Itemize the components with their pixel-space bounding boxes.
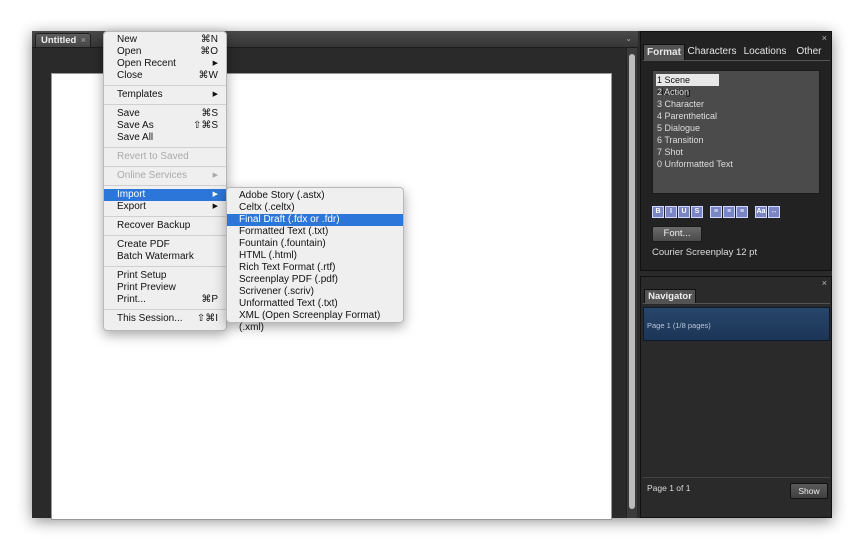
import-submenu: Adobe Story (.astx) Celtx (.celtx) Final…	[226, 187, 404, 333]
menu-item-close[interactable]: Close ⌘W	[104, 70, 226, 82]
element-item-parenthetical[interactable]: 4 Parenthetical	[656, 110, 819, 122]
submenu-arrow-icon: ▶	[212, 60, 218, 67]
menu-item-save-as[interactable]: Save As ⇧⌘S	[104, 120, 226, 132]
format-panel: × Format Characters Locations Other 1 Sc…	[640, 31, 832, 271]
menu-item-save-all[interactable]: Save All	[104, 132, 226, 144]
import-item-final-draft[interactable]: Final Draft (.fdx or .fdr)	[227, 214, 403, 226]
submenu-arrow-icon: ▶	[212, 191, 218, 198]
menu-item-revert-to-saved: Revert to Saved	[117, 151, 189, 162]
font-info: Courier Screenplay 12 pt	[652, 247, 758, 258]
element-item-transition[interactable]: 6 Transition	[656, 134, 819, 146]
menu-item-create-pdf[interactable]: Create PDF	[104, 239, 226, 251]
menu-item-import[interactable]: Import ▶	[104, 189, 226, 201]
import-item-formatted-text[interactable]: Formatted Text (.txt)	[227, 226, 403, 238]
document-tab-title: Untitled	[41, 35, 77, 46]
menu-separator	[104, 266, 226, 267]
bold-icon[interactable]: B	[652, 206, 664, 218]
element-list[interactable]: 1 Scene Heading 2 Action 3 Character 4 P…	[652, 70, 820, 194]
menu-separator	[104, 185, 226, 186]
right-sidebar: × Format Characters Locations Other 1 Sc…	[640, 31, 832, 518]
element-item-unformatted-text[interactable]: 0 Unformatted Text	[656, 158, 819, 170]
import-item-rich-text[interactable]: Rich Text Format (.rtf)	[227, 262, 403, 274]
underline-icon[interactable]: U	[678, 206, 690, 218]
submenu-arrow-icon: ▶	[212, 203, 218, 210]
align-left-icon[interactable]: ≡	[710, 206, 722, 218]
menu-item-print[interactable]: Print... ⌘P	[104, 294, 226, 306]
element-item-dialogue[interactable]: 5 Dialogue	[656, 122, 819, 134]
align-right-icon[interactable]: ≡	[736, 206, 748, 218]
import-item-unformatted-text[interactable]: Unformatted Text (.txt)	[227, 298, 403, 310]
tab-other[interactable]: Other	[791, 44, 827, 60]
menu-item-batch-watermark[interactable]: Batch Watermark	[104, 251, 226, 263]
element-item-action[interactable]: 2 Action	[656, 86, 819, 98]
menu-item-new[interactable]: New ⌘N	[104, 34, 226, 46]
import-item-celtx[interactable]: Celtx (.celtx)	[227, 202, 403, 214]
tab-characters[interactable]: Characters	[685, 44, 739, 60]
menu-item-recover-backup[interactable]: Recover Backup	[104, 220, 226, 232]
close-icon[interactable]: ×	[822, 33, 827, 43]
shortcut-label: ⌘N	[200, 34, 218, 45]
tab-format[interactable]: Format	[643, 44, 685, 60]
element-item-character[interactable]: 3 Character	[656, 98, 819, 110]
menu-separator	[104, 85, 226, 86]
strikethrough-icon[interactable]: S	[691, 206, 703, 218]
tab-divider	[643, 303, 830, 304]
import-item-scrivener[interactable]: Scrivener (.scriv)	[227, 286, 403, 298]
menu-separator	[104, 235, 226, 236]
close-icon[interactable]: ×	[81, 35, 86, 45]
element-item-scene-heading[interactable]: 1 Scene Heading	[656, 74, 719, 97]
menu-separator	[104, 309, 226, 310]
menu-separator	[104, 216, 226, 217]
navigator-page-item[interactable]: Page 1 (1/8 pages)	[643, 307, 830, 341]
page-count: Page 1 of 1	[647, 483, 691, 493]
menu-item-print-preview[interactable]: Print Preview	[104, 282, 226, 294]
menu-item-print-setup[interactable]: Print Setup	[104, 270, 226, 282]
shortcut-label: ⇧⌘I	[196, 313, 218, 324]
vertical-scrollbar[interactable]	[626, 48, 637, 518]
shortcut-label: ⌘W	[198, 70, 218, 81]
change-case-icon[interactable]: Aa	[755, 206, 767, 218]
menu-item-open-recent[interactable]: Open Recent ▶	[104, 58, 226, 70]
format-panel-tabs: Format Characters Locations Other	[643, 44, 831, 60]
submenu-arrow-icon: ▶	[212, 91, 218, 98]
submenu-arrow-icon: ▶	[212, 172, 218, 179]
close-icon[interactable]: ×	[822, 278, 827, 288]
shortcut-label: ⇧⌘S	[192, 120, 218, 131]
menu-item-save[interactable]: Save ⌘S	[104, 108, 226, 120]
import-item-html[interactable]: HTML (.html)	[227, 250, 403, 262]
scrollbar-thumb[interactable]	[629, 54, 635, 509]
navigator-divider	[643, 477, 830, 478]
document-tab[interactable]: Untitled ×	[35, 33, 91, 47]
element-item-shot[interactable]: 7 Shot	[656, 146, 819, 158]
file-menu: New ⌘N Open ⌘O Open Recent ▶ Close ⌘W Templa…	[103, 31, 227, 331]
chevron-down-icon[interactable]: ⌄	[625, 34, 632, 43]
menu-item-this-session[interactable]: This Session... ⇧⌘I	[104, 313, 226, 325]
show-button[interactable]: Show	[790, 483, 828, 499]
italic-icon[interactable]: I	[665, 206, 677, 218]
tab-divider	[643, 60, 830, 61]
menu-item-open[interactable]: Open ⌘O	[104, 46, 226, 58]
menu-item-export[interactable]: Export ▶	[104, 201, 226, 213]
menu-separator	[104, 104, 226, 105]
import-item-adobe-story[interactable]: Adobe Story (.astx)	[227, 190, 403, 202]
tab-navigator[interactable]: Navigator	[644, 289, 696, 304]
tab-locations[interactable]: Locations	[740, 44, 790, 60]
import-item-xml[interactable]: XML (Open Screenplay Format) (.xml)	[227, 310, 403, 333]
shortcut-label: ⌘O	[200, 46, 218, 57]
import-item-screenplay-pdf[interactable]: Screenplay PDF (.pdf)	[227, 274, 403, 286]
font-button[interactable]: Font...	[652, 226, 702, 242]
navigator-panel: × Navigator Page 1 (1/8 pages) Page 1 of…	[640, 276, 832, 518]
shortcut-label: ⌘S	[201, 108, 218, 119]
menu-separator	[104, 147, 226, 148]
spacing-icon[interactable]: ↔	[768, 206, 780, 218]
import-item-fountain[interactable]: Fountain (.fountain)	[227, 238, 403, 250]
menu-separator	[104, 166, 226, 167]
align-center-icon[interactable]: ≡	[723, 206, 735, 218]
menu-item-online-services: Online Services ▶	[117, 170, 218, 181]
menu-item-templates[interactable]: Templates ▶	[104, 89, 226, 101]
shortcut-label: ⌘P	[201, 294, 218, 305]
